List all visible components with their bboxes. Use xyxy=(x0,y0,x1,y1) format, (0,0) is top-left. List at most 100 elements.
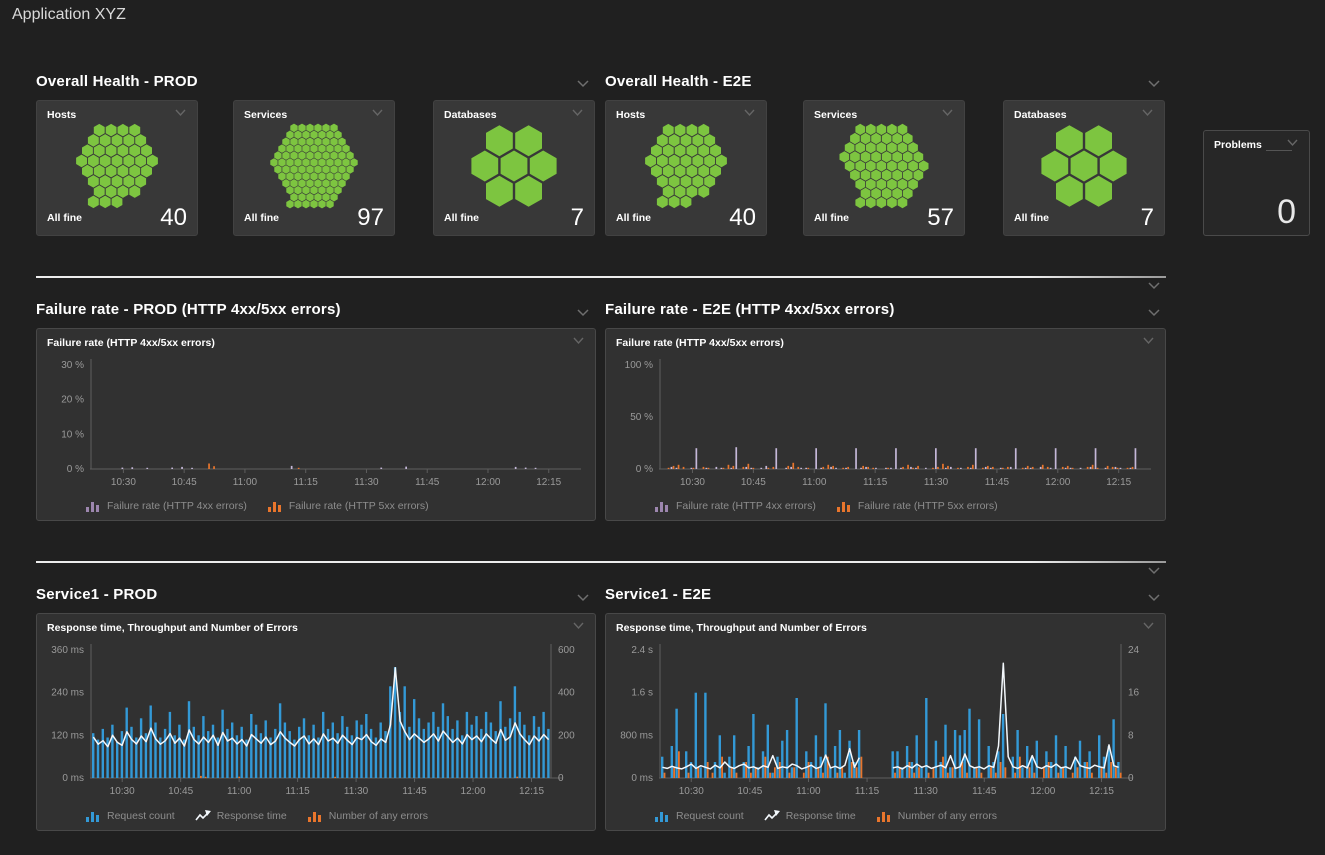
hexagon-health-grid[interactable] xyxy=(239,123,389,209)
chevron-down-icon[interactable] xyxy=(1147,281,1161,290)
svg-text:12:00: 12:00 xyxy=(1045,477,1070,488)
legend-item[interactable]: Response time xyxy=(195,810,287,822)
svg-text:11:00: 11:00 xyxy=(802,477,827,488)
legend-item[interactable]: Request count xyxy=(85,810,175,822)
tile-title: Databases xyxy=(444,109,497,121)
svg-text:100 %: 100 % xyxy=(625,360,653,371)
tile-services-prod[interactable]: Services All fine 97 xyxy=(233,100,395,236)
section-divider xyxy=(36,561,1166,563)
chart-legend: Failure rate (HTTP 4xx errors) Failure ra… xyxy=(654,500,998,512)
legend-label: Response time xyxy=(786,810,856,822)
svg-text:11:00: 11:00 xyxy=(796,786,821,797)
svg-text:360 ms: 360 ms xyxy=(51,645,84,656)
chevron-down-icon[interactable] xyxy=(941,109,954,117)
svg-text:800 ms: 800 ms xyxy=(620,730,653,741)
bar-chart-icon xyxy=(836,500,852,512)
svg-text:11:30: 11:30 xyxy=(914,786,939,797)
svg-text:10:45: 10:45 xyxy=(737,786,762,797)
chevron-down-icon[interactable] xyxy=(1147,566,1161,575)
bar-chart-icon xyxy=(307,810,323,822)
svg-text:24: 24 xyxy=(1128,645,1140,656)
legend-label: Failure rate (HTTP 5xx errors) xyxy=(289,500,429,512)
section-title-failure-e2e: Failure rate - E2E (HTTP 4xx/5xx errors) xyxy=(605,301,895,318)
legend-item[interactable]: Failure rate (HTTP 5xx errors) xyxy=(836,500,998,512)
failure-rate-e2e-chart[interactable]: 0 %50 %100 %10:3010:4511:0011:1511:3011:… xyxy=(608,353,1163,495)
chevron-down-icon[interactable] xyxy=(1147,308,1161,317)
svg-text:10:30: 10:30 xyxy=(111,477,136,488)
legend-item[interactable]: Failure rate (HTTP 4xx errors) xyxy=(85,500,247,512)
svg-text:10:30: 10:30 xyxy=(680,477,705,488)
tile-title: Problems xyxy=(1214,139,1262,151)
legend-label: Number of any errors xyxy=(329,810,428,822)
bar-chart-icon xyxy=(85,500,101,512)
svg-text:11:45: 11:45 xyxy=(402,786,427,797)
svg-text:11:15: 11:15 xyxy=(285,786,310,797)
svg-text:12:15: 12:15 xyxy=(1089,786,1114,797)
svg-text:11:00: 11:00 xyxy=(233,477,258,488)
chevron-down-icon[interactable] xyxy=(1147,79,1161,88)
entity-count: 7 xyxy=(1141,206,1154,230)
legend-label: Failure rate (HTTP 4xx errors) xyxy=(676,500,816,512)
section-title-service1-e2e: Service1 - E2E xyxy=(605,586,711,603)
tile-hosts-e2e[interactable]: Hosts All fine 40 xyxy=(605,100,767,236)
chart-tile-failure-e2e[interactable]: Failure rate (HTTP 4xx/5xx errors) 0 %50… xyxy=(605,328,1166,521)
tile-services-e2e[interactable]: Services All fine 57 xyxy=(803,100,965,236)
line-chart-icon xyxy=(195,810,211,822)
chart-tile-service1-e2e[interactable]: Response time, Throughput and Number of … xyxy=(605,613,1166,831)
status-text: All fine xyxy=(444,212,479,230)
chevron-down-icon[interactable] xyxy=(1147,593,1161,602)
tile-databases-prod[interactable]: Databases All fine 7 xyxy=(433,100,595,236)
chevron-down-icon[interactable] xyxy=(1142,337,1155,345)
svg-text:50 %: 50 % xyxy=(630,412,653,423)
hexagon-health-grid[interactable] xyxy=(611,123,761,209)
chart-title: Response time, Throughput and Number of … xyxy=(616,622,867,634)
hexagon-health-grid[interactable] xyxy=(439,123,589,209)
svg-text:16: 16 xyxy=(1128,688,1140,699)
legend-item[interactable]: Failure rate (HTTP 4xx errors) xyxy=(654,500,816,512)
bar-chart-icon xyxy=(267,500,283,512)
tile-databases-e2e[interactable]: Databases All fine 7 xyxy=(1003,100,1165,236)
svg-text:0 %: 0 % xyxy=(67,464,84,475)
tile-hosts-prod[interactable]: Hosts All fine 40 xyxy=(36,100,198,236)
tile-problems[interactable]: Problems 0 xyxy=(1203,130,1310,236)
svg-text:8: 8 xyxy=(1128,730,1134,741)
chevron-down-icon[interactable] xyxy=(571,109,584,117)
chevron-down-icon[interactable] xyxy=(572,337,585,345)
legend-item[interactable]: Request count xyxy=(654,810,744,822)
legend-item[interactable]: Response time xyxy=(764,810,856,822)
service1-prod-chart[interactable]: 0 ms120 ms240 ms360 ms020040060010:3010:… xyxy=(39,638,593,804)
chevron-down-icon[interactable] xyxy=(1142,622,1155,630)
svg-text:0 ms: 0 ms xyxy=(62,773,84,784)
chart-tile-service1-prod[interactable]: Response time, Throughput and Number of … xyxy=(36,613,596,831)
legend-label: Failure rate (HTTP 4xx errors) xyxy=(107,500,247,512)
svg-text:11:00: 11:00 xyxy=(227,786,252,797)
legend-item[interactable]: Number of any errors xyxy=(307,810,428,822)
svg-text:10:45: 10:45 xyxy=(741,477,766,488)
chevron-down-icon[interactable] xyxy=(743,109,756,117)
chevron-down-icon[interactable] xyxy=(576,593,590,602)
chevron-down-icon[interactable] xyxy=(576,79,590,88)
legend-item[interactable]: Number of any errors xyxy=(876,810,997,822)
bar-chart-icon xyxy=(654,810,670,822)
hexagon-health-grid[interactable] xyxy=(42,123,192,209)
chevron-down-icon[interactable] xyxy=(1286,139,1299,147)
section-title-overall-health-prod: Overall Health - PROD xyxy=(36,73,198,90)
status-text: All fine xyxy=(244,212,279,230)
line-chart-icon xyxy=(764,810,780,822)
svg-text:0: 0 xyxy=(1128,773,1134,784)
chevron-down-icon[interactable] xyxy=(371,109,384,117)
chart-tile-failure-prod[interactable]: Failure rate (HTTP 4xx/5xx errors) 0 %10… xyxy=(36,328,596,521)
chevron-down-icon[interactable] xyxy=(174,109,187,117)
service1-e2e-chart[interactable]: 0 ms800 ms1.6 s2.4 s08162410:3010:4511:0… xyxy=(608,638,1163,804)
svg-text:120 ms: 120 ms xyxy=(51,730,84,741)
chevron-down-icon[interactable] xyxy=(572,622,585,630)
hexagon-health-grid[interactable] xyxy=(809,123,959,209)
chart-legend: Request count Response time Number of any … xyxy=(85,810,428,822)
svg-text:20 %: 20 % xyxy=(61,395,84,406)
chevron-down-icon[interactable] xyxy=(576,308,590,317)
svg-text:12:00: 12:00 xyxy=(1030,786,1055,797)
legend-item[interactable]: Failure rate (HTTP 5xx errors) xyxy=(267,500,429,512)
hexagon-health-grid[interactable] xyxy=(1009,123,1159,209)
failure-rate-prod-chart[interactable]: 0 %10 %20 %30 %10:3010:4511:0011:1511:30… xyxy=(39,353,593,495)
chevron-down-icon[interactable] xyxy=(1141,109,1154,117)
